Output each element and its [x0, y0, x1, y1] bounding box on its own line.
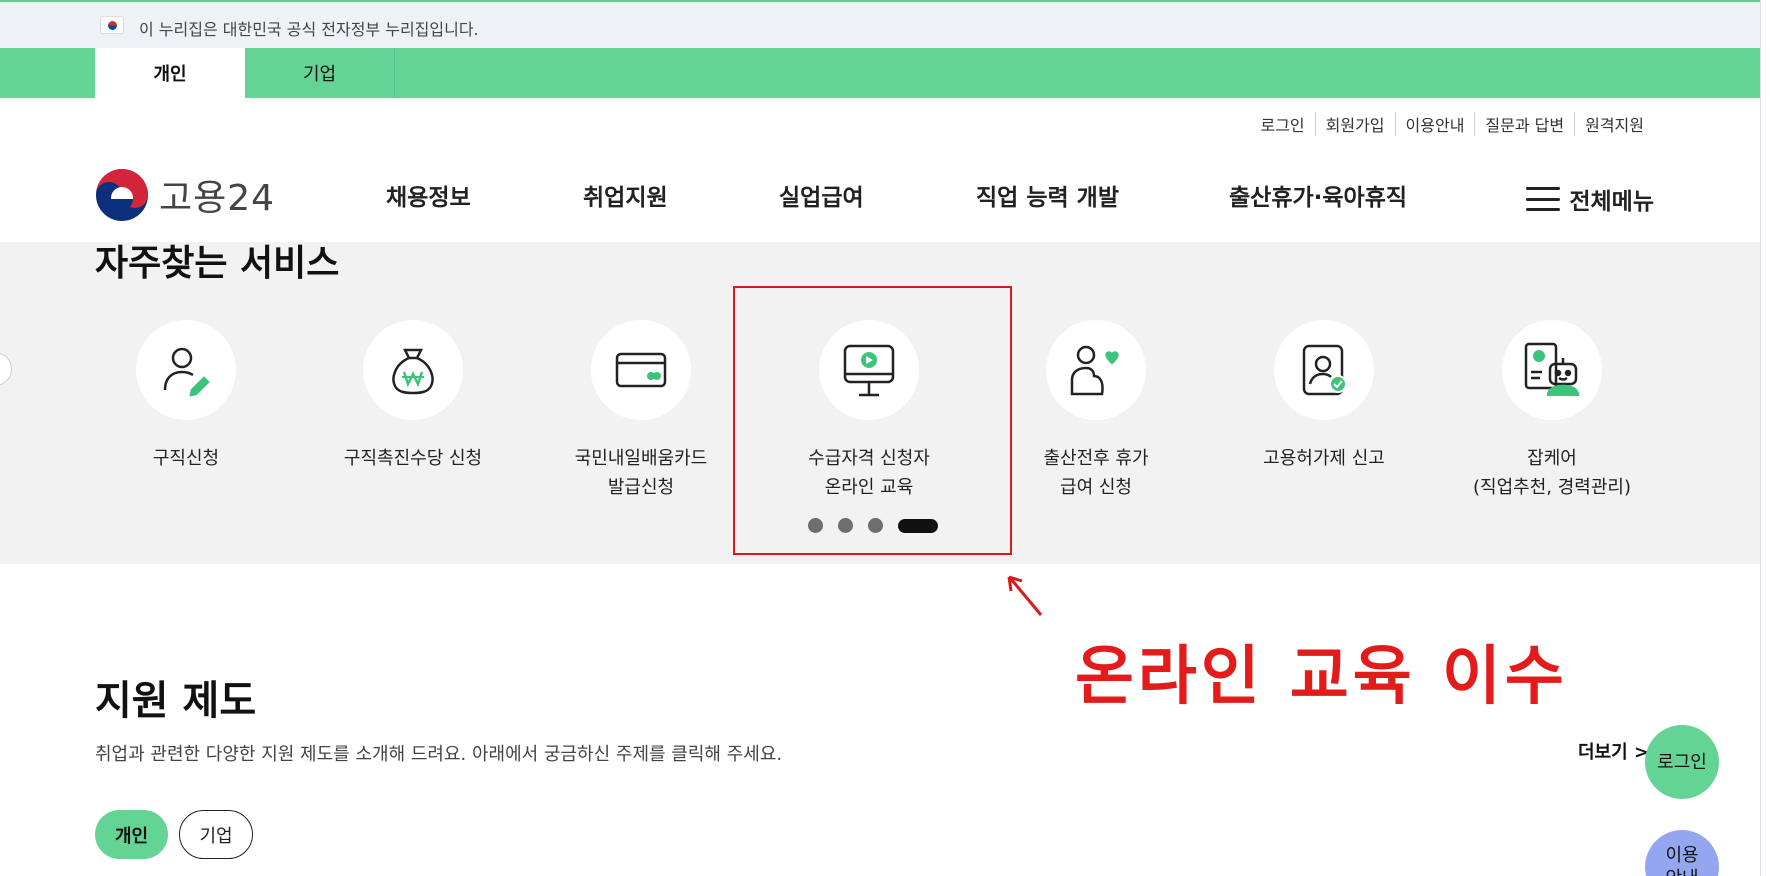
service-learning-card[interactable]: 국민내일배움카드 발급신청 [531, 320, 751, 502]
annotation-highlight-box [733, 286, 1012, 555]
gov-banner: 이 누리집은 대한민국 공식 전자정부 누리집입니다. [0, 0, 1770, 48]
service-job-care[interactable]: 잡케어 (직업추천, 경력관리) [1442, 320, 1662, 502]
qna-link[interactable]: 질문과 답변 [1474, 112, 1574, 136]
nav-skill-development[interactable]: 직업 능력 개발 [976, 178, 1119, 212]
nav-unemployment-benefit[interactable]: 실업급여 [779, 178, 864, 212]
service-maternity-leave[interactable]: 출산전후 휴가 급여 신청 [986, 320, 1206, 502]
service-label: 잡케어 (직업추천, 경력관리) [1473, 448, 1631, 498]
service-label: 국민내일배움카드 발급신청 [574, 448, 708, 498]
utility-links: 로그인 회원가입 이용안내 질문과 답변 원격지원 [1250, 112, 1654, 136]
service-job-promotion-allowance[interactable]: 구직촉진수당 신청 [303, 320, 523, 473]
nav-parental-leave[interactable]: 출산휴가·육아휴직 [1229, 178, 1407, 212]
person-heart-icon [1046, 320, 1146, 420]
signup-link[interactable]: 회원가입 [1314, 112, 1395, 136]
login-link[interactable]: 로그인 [1250, 112, 1314, 136]
korean-flag-icon [100, 16, 124, 34]
service-label: 구직촉진수당 신청 [343, 448, 483, 469]
support-description: 취업과 관련한 다양한 지원 제도를 소개해 드려요. 아래에서 궁금하신 주제… [95, 744, 783, 765]
hamburger-icon [1526, 187, 1561, 211]
all-menu-button[interactable]: 전체메뉴 [1526, 182, 1654, 216]
robot-chart-icon [1502, 320, 1602, 420]
tab-business[interactable]: 기업 [245, 48, 395, 98]
more-link[interactable]: 더보기 > [1578, 738, 1649, 764]
annotation-arrow-icon [1007, 575, 1043, 616]
filter-individual[interactable]: 개인 [95, 810, 168, 859]
card-icon [591, 320, 691, 420]
annotation-text: 온라인 교육 이수 [1075, 640, 1568, 714]
filter-business[interactable]: 기업 [179, 810, 253, 859]
tab-individual[interactable]: 개인 [95, 48, 245, 98]
person-edit-icon [136, 320, 236, 420]
nav-employment-support[interactable]: 취업지원 [583, 178, 668, 212]
taegeuk-logo-icon [96, 169, 148, 221]
money-bag-icon [363, 320, 463, 420]
service-employment-permit[interactable]: 고용허가제 신고 [1214, 320, 1434, 473]
document-check-icon [1274, 320, 1374, 420]
support-section-title: 지원 제도 [95, 678, 257, 724]
nav-jobs[interactable]: 채용정보 [386, 178, 471, 212]
scrollbar-track[interactable] [1760, 0, 1770, 876]
all-menu-label: 전체메뉴 [1569, 189, 1654, 215]
floating-login-button[interactable]: 로그인 [1645, 725, 1719, 799]
audience-tab-bar: 개인 기업 [0, 48, 1760, 98]
service-label: 출산전후 휴가 급여 신청 [1043, 448, 1149, 498]
carousel-prev-button[interactable] [0, 352, 12, 386]
service-job-application[interactable]: 구직신청 [76, 320, 296, 473]
site-logo[interactable]: 고용24 [95, 168, 275, 222]
gov-banner-text: 이 누리집은 대한민국 공식 전자정부 누리집입니다. [139, 20, 479, 39]
logo-text: 고용24 [159, 178, 276, 219]
floating-guide-button[interactable]: 이용 안내 [1645, 830, 1719, 876]
service-label: 구직신청 [152, 448, 220, 469]
guide-link[interactable]: 이용안내 [1394, 112, 1475, 136]
remote-support-link[interactable]: 원격지원 [1574, 112, 1654, 136]
service-label: 고용허가제 신고 [1263, 448, 1385, 469]
section-title: 자주찾는 서비스 [95, 243, 340, 284]
